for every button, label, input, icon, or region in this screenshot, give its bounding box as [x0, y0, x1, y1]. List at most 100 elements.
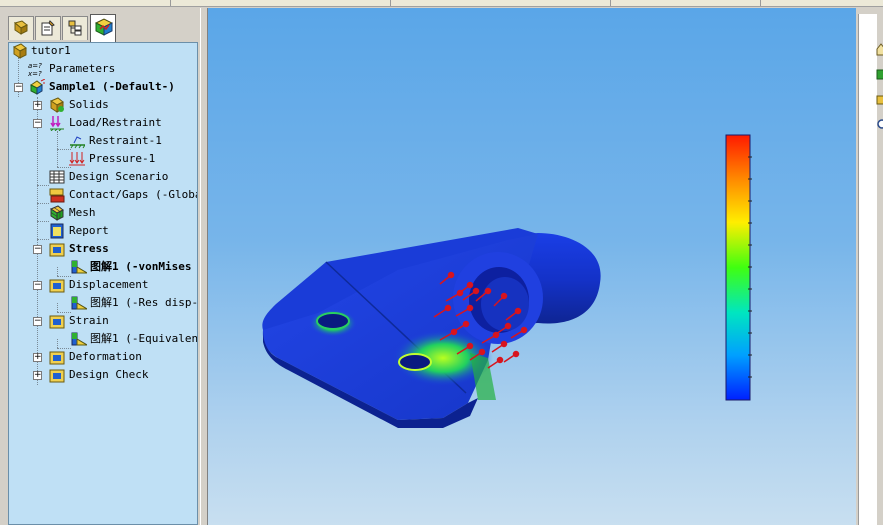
restraint-icon: [70, 136, 85, 149]
report-icon: [50, 223, 64, 239]
expand-icon[interactable]: +: [33, 371, 42, 380]
cosmos-analysis-tree: tutor1 a=? x=? Parameters − Sample1 (-Def…: [8, 42, 198, 525]
tree-node-strain[interactable]: − Strain: [9, 313, 197, 329]
tree-label: 图解1 (-Equivalent: [90, 332, 198, 345]
tree-node-restraint[interactable]: Restraint-1: [9, 133, 197, 149]
tree-label: Mesh: [69, 206, 96, 219]
top-ruler: [0, 0, 883, 7]
tree-connector: [37, 221, 49, 222]
feature-tree-icon: [13, 20, 28, 35]
solids-icon: [49, 97, 64, 113]
tree-node-mesh[interactable]: Mesh: [9, 205, 197, 221]
tree-connector: [57, 149, 71, 150]
tree-node-report[interactable]: Report: [9, 223, 197, 239]
tree-label: Solids: [69, 98, 109, 111]
result-folder-icon: [49, 243, 65, 257]
tree-node-stress[interactable]: − Stress: [9, 241, 197, 257]
collapse-icon[interactable]: −: [33, 245, 42, 254]
configuration-manager-icon: [68, 20, 82, 36]
collapse-icon[interactable]: −: [33, 317, 42, 326]
expand-icon[interactable]: +: [33, 101, 42, 110]
tree-label: Deformation: [69, 350, 142, 363]
graphics-viewport[interactable]: [208, 8, 856, 525]
result-folder-icon: [49, 315, 65, 329]
ruler-tick: [390, 0, 391, 6]
result-folder-icon: [49, 369, 65, 383]
tree-node-contact-gaps[interactable]: Contact/Gaps (-Global: [9, 187, 197, 203]
table-icon: [49, 170, 65, 184]
cylinder-bore-inner: [481, 277, 529, 331]
tab-configuration-manager[interactable]: [62, 16, 88, 40]
ruler-tick: [610, 0, 611, 6]
tree-node-pressure[interactable]: Pressure-1: [9, 151, 197, 167]
ruler-tick: [760, 0, 761, 6]
task-pane-strip: [856, 8, 883, 525]
result-folder-icon: [49, 351, 65, 365]
result-folder-icon: [49, 279, 65, 293]
tree-label: Parameters: [49, 62, 116, 75]
tree-node-deformation[interactable]: + Deformation: [9, 349, 197, 365]
tree-label: Pressure-1: [89, 152, 156, 165]
plot-icon: [71, 296, 87, 310]
tree-label: Restraint-1: [89, 134, 162, 147]
tree-label: Load/Restraint: [69, 116, 162, 129]
manager-tab-strip: [6, 14, 200, 44]
tree-label: tutor1: [31, 44, 71, 57]
feature-manager-panel: tutor1 a=? x=? Parameters − Sample1 (-Def…: [6, 8, 200, 525]
ruler-tick: [170, 0, 171, 6]
library-icon[interactable]: [876, 66, 883, 82]
collapse-icon[interactable]: −: [33, 281, 42, 290]
tree-connector: [37, 185, 49, 186]
cosmos-analysis-icon: [95, 18, 113, 36]
tree-label: 图解1 (-Res disp-): [90, 296, 198, 309]
study-icon: [30, 79, 45, 95]
tree-label: Strain: [69, 314, 109, 327]
tree-label: 图解1 (-vonMises: [90, 260, 192, 273]
collapse-icon[interactable]: −: [33, 119, 42, 128]
tree-label: Design Check: [69, 368, 149, 381]
tree-label: Displacement: [69, 278, 149, 291]
tab-cosmos-manager[interactable]: [90, 14, 116, 42]
stress-plot-model: [262, 134, 752, 428]
tab-property-manager[interactable]: [35, 16, 61, 40]
svg-text:a=?: a=?: [28, 62, 42, 70]
tree-node-stress-plot[interactable]: 图解1 (-vonMises: [9, 259, 197, 275]
expand-icon[interactable]: +: [33, 353, 42, 362]
tree-label: Stress: [69, 242, 109, 255]
tree-node-displacement[interactable]: − Displacement: [9, 277, 197, 293]
search-icon[interactable]: [876, 116, 883, 132]
tab-feature-manager[interactable]: [8, 16, 34, 40]
tree-connector: [57, 167, 71, 168]
tree-label: Design Scenario: [69, 170, 169, 183]
panel-splitter[interactable]: [200, 8, 208, 525]
tree-label: Contact/Gaps (-Global: [69, 188, 198, 201]
tree-node-displacement-plot[interactable]: 图解1 (-Res disp-): [9, 295, 197, 311]
tree-node-root[interactable]: tutor1: [9, 43, 197, 59]
task-pane-edge: [858, 14, 877, 525]
bolt-hole: [398, 353, 432, 371]
bolt-hole: [316, 312, 350, 330]
tree-node-solids[interactable]: + Solids: [9, 97, 197, 113]
svg-text:x=?: x=?: [28, 70, 42, 77]
contact-icon: [49, 188, 65, 203]
tree-node-parameters[interactable]: a=? x=? Parameters: [9, 61, 197, 77]
plot-icon: [71, 332, 87, 346]
pressure-icon: [69, 152, 85, 166]
collapse-icon[interactable]: −: [14, 83, 23, 92]
folder-icon[interactable]: [876, 91, 883, 107]
plot-icon: [71, 260, 87, 274]
property-manager-icon: [41, 20, 55, 36]
mesh-icon: [49, 205, 64, 221]
home-icon[interactable]: [876, 41, 883, 57]
tree-node-strain-plot[interactable]: 图解1 (-Equivalent: [9, 331, 197, 347]
tree-node-load-restraint[interactable]: − Load/Restraint: [9, 115, 197, 131]
parameters-icon: a=?x=?: [28, 62, 42, 77]
tree-node-study[interactable]: − Sample1 (-Default-): [9, 79, 197, 95]
tree-label: Sample1 (-Default-): [49, 80, 175, 93]
tree-label: Report: [69, 224, 109, 237]
tree-connector: [37, 239, 49, 240]
tree-node-design-scenario[interactable]: Design Scenario: [9, 169, 197, 185]
tree-node-design-check[interactable]: + Design Check: [9, 367, 197, 383]
load-restraint-icon: [50, 116, 64, 131]
stress-legend-bar: [725, 134, 751, 401]
